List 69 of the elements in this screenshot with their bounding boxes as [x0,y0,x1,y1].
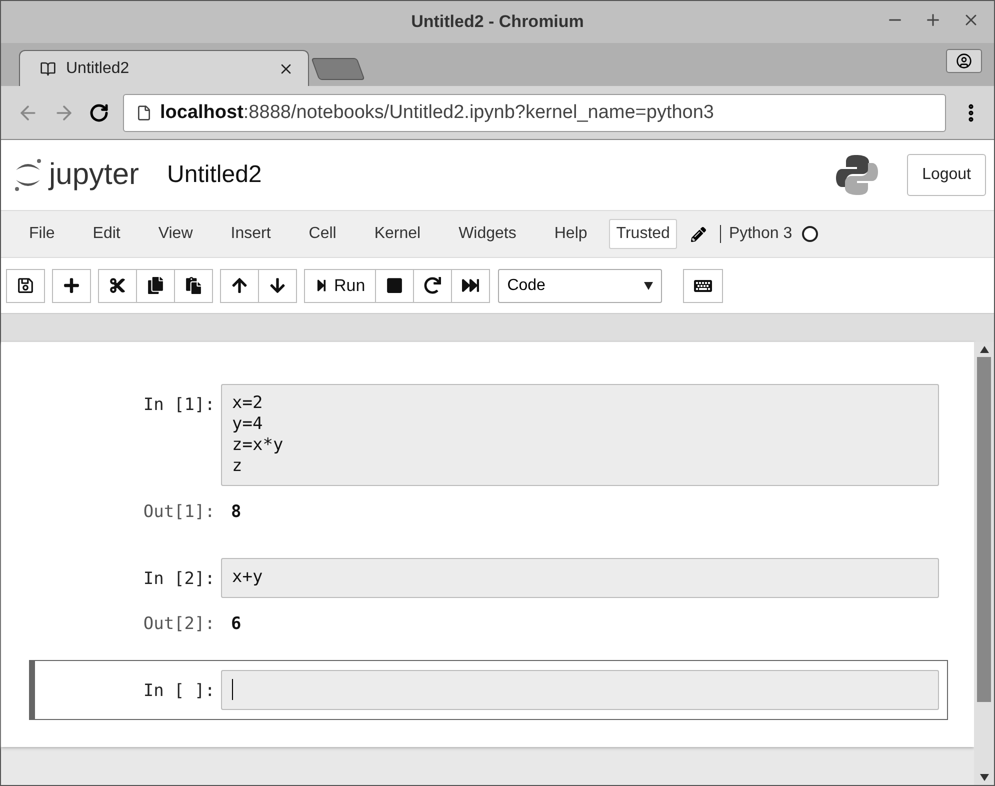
scroll-down-icon[interactable] [980,774,988,781]
code-cell[interactable]: In [1]: x=2 y=4 z=x*y z Out[1]: 8 [29,374,948,540]
pencil-icon[interactable] [690,226,706,242]
notebook-name[interactable]: Untitled2 [167,161,808,189]
logout-button[interactable]: Logout [907,154,986,196]
menu-item[interactable]: View [142,225,215,243]
code-input[interactable]: x=2 y=4 z=x*y z [221,384,939,486]
output-text: 8 [230,501,242,524]
code-cell[interactable]: In [2]: x+y Out[2]: 6 [29,548,948,652]
profile-button[interactable] [946,49,982,73]
menu-item[interactable]: Cell [292,225,358,243]
browser-tab[interactable]: Untitled2 [19,50,309,86]
reload-icon[interactable] [89,102,109,122]
scissors-icon [109,277,126,294]
output-prompt: Out[1]: [142,501,215,522]
menu-item[interactable]: Widgets [442,225,538,243]
url-text: localhost:8888/notebooks/Untitled2.ipynb?kernel_name=python3 [160,102,714,124]
restart-button[interactable] [413,268,452,302]
kernel-name: Python 3 [720,225,792,243]
code-input[interactable]: x+y [221,558,939,598]
new-tab-button[interactable] [311,58,365,80]
menu-item[interactable]: Help [538,225,610,243]
arrow-down-icon [269,277,286,294]
add-cell-button[interactable] [52,268,91,302]
window-title: Untitled2 - Chromium [411,12,584,32]
scroll-up-icon[interactable] [980,346,988,353]
arrow-up-icon [231,277,248,294]
maximize-icon[interactable] [924,11,942,29]
scrollbar[interactable] [974,342,994,785]
cut-button[interactable] [98,268,137,302]
input-prompt: In [2]: [142,568,215,589]
menu-item[interactable]: Kernel [358,225,443,243]
code-input[interactable] [221,670,939,710]
move-up-button[interactable] [220,268,259,302]
page-icon [136,104,152,120]
python-logo-icon [835,153,880,197]
run-button[interactable]: Run [304,268,376,302]
output-prompt: Out[2]: [142,613,215,634]
text-cursor [232,679,233,700]
code-cell[interactable]: In [ ]: [29,660,948,720]
save-icon [17,277,34,294]
stop-button[interactable] [375,268,414,302]
paste-icon [185,277,202,294]
jupyter-logo-icon [13,156,43,194]
step-forward-icon [315,279,328,292]
move-down-button[interactable] [258,268,297,302]
save-button[interactable] [6,268,45,302]
output-text: 6 [230,613,242,636]
copy-button[interactable] [136,268,175,302]
plus-icon [63,277,80,294]
paste-button[interactable] [174,268,213,302]
fast-forward-icon [462,277,480,294]
run-all-button[interactable] [451,268,490,302]
book-icon [40,60,56,76]
address-field[interactable]: localhost:8888/notebooks/Untitled2.ipynb?kernel_name=python3 [123,94,946,132]
menu-item[interactable]: Edit [76,225,142,243]
cell-type-dropdown[interactable]: Code [498,268,662,302]
stop-icon [386,277,404,294]
trusted-badge[interactable]: Trusted [609,219,677,249]
caret-icon [644,282,654,290]
menu-item[interactable]: File [13,225,77,243]
input-prompt: In [ ]: [142,680,215,701]
logo-text: jupyter [49,158,140,192]
person-icon [956,53,972,69]
menu-item[interactable]: Insert [214,225,293,243]
redo-icon [424,277,442,294]
keyboard-button[interactable] [683,268,724,302]
input-prompt: In [1]: [142,394,215,415]
copy-icon [147,277,164,294]
